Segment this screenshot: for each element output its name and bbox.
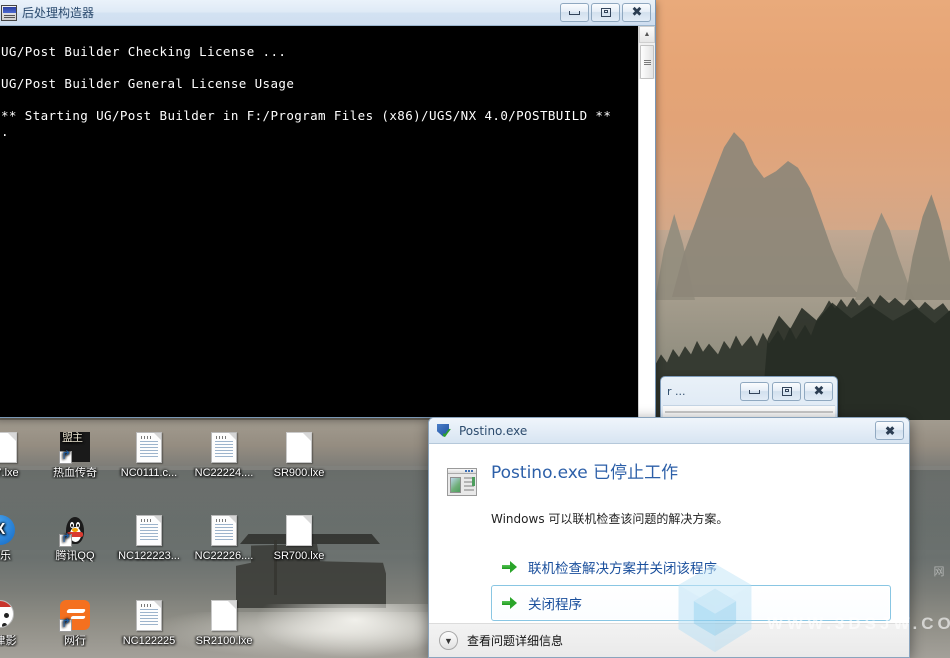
crash-dialog-titlebar[interactable]: ✓ Postino.exe ✖	[429, 418, 909, 444]
desktop-icon[interactable]: 热血传奇	[33, 432, 117, 479]
desktop-icon-label: SR2100.lxe	[195, 635, 253, 647]
blank-doc-icon	[283, 515, 315, 547]
scroll-up-arrow-icon[interactable]: ▲	[639, 26, 655, 43]
desktop-icon[interactable]: NC22224....	[182, 432, 266, 479]
lined-doc-icon	[133, 432, 165, 464]
console-output-text: UG/Post Builder Checking License ... UG/…	[1, 44, 612, 139]
green-arrow-icon	[502, 596, 518, 610]
console-scrollbar[interactable]: ▲	[638, 26, 655, 417]
maximize-button[interactable]	[772, 382, 801, 401]
blue-circle-icon	[0, 515, 16, 547]
background-window-title: r ...	[667, 385, 686, 398]
blank-doc-icon	[208, 600, 240, 632]
console-title: 后处理构造器	[22, 6, 95, 20]
close-icon[interactable]: ✖	[875, 421, 904, 440]
crash-dialog[interactable]: ✓ Postino.exe ✖ Postino.exe 已停止工作 Window…	[428, 417, 910, 658]
chevron-down-icon[interactable]: ▼	[439, 631, 458, 650]
desktop-icon[interactable]: SR2100.lxe	[182, 600, 266, 647]
desktop-icon[interactable]: 腾讯QQ	[33, 515, 117, 562]
console-window-controls: ✖	[560, 3, 651, 22]
close-button[interactable]: ✖	[622, 3, 651, 22]
desktop-icon-label: NC122225	[122, 635, 176, 647]
background-window-controls: ✖	[740, 382, 833, 401]
view-problem-details-label[interactable]: 查看问题详细信息	[467, 632, 563, 649]
orange-tile-icon	[59, 600, 91, 632]
wallpaper-foam	[255, 604, 455, 658]
maximize-button[interactable]	[591, 3, 620, 22]
desktop-icon[interactable]: NC22226....	[182, 515, 266, 562]
lined-doc-icon	[208, 515, 240, 547]
check-online-and-close-label: 联机检查解决方案并关闭该程序	[528, 561, 717, 577]
close-program-label: 关闭程序	[528, 597, 582, 613]
check-online-and-close-button[interactable]: 联机检查解决方案并关闭该程序	[491, 549, 891, 585]
crash-dialog-header-row: Postino.exe 已停止工作	[447, 462, 891, 496]
desktop-icon[interactable]: SR700.lxe	[257, 515, 341, 562]
error-report-shield-icon: ✓	[437, 423, 453, 440]
crash-action-list: 联机检查解决方案并关闭该程序 关闭程序	[491, 549, 891, 621]
crash-description: Windows 可以联机检查该问题的解决方案。	[491, 512, 729, 526]
desktop-icon[interactable]: NC0111.c...	[107, 432, 191, 479]
lined-doc-icon	[133, 515, 165, 547]
console-titlebar[interactable]: 后处理构造器 ✖	[0, 0, 655, 26]
green-arrow-icon	[502, 560, 518, 574]
close-button[interactable]: ✖	[804, 382, 833, 401]
crash-dialog-title: Postino.exe	[459, 423, 528, 438]
desktop-icon[interactable]: NC122223...	[107, 515, 191, 562]
minimize-button[interactable]	[560, 3, 589, 22]
crash-heading: Postino.exe 已停止工作	[491, 463, 679, 483]
desktop-icon-label: NC0111.c...	[120, 467, 178, 479]
shortcut-arrow-icon	[59, 619, 72, 632]
desktop-icon-label: SR900.lxe	[273, 467, 325, 479]
postbuilder-icon	[1, 4, 17, 21]
shortcut-arrow-icon	[59, 451, 72, 464]
desktop-icon-label: 腾讯QQ	[55, 550, 95, 562]
generic-application-icon	[447, 468, 477, 496]
crash-dialog-footer[interactable]: ▼ 查看问题详细信息	[429, 623, 909, 657]
desktop-icon[interactable]: SR900.lxe	[257, 432, 341, 479]
desktop-icon-label: 热血传奇	[53, 467, 97, 479]
close-program-button[interactable]: 关闭程序	[491, 585, 891, 621]
mir-tile-icon	[59, 432, 91, 464]
desktop-icon[interactable]: 网行	[33, 600, 117, 647]
desktop-icon-label: NC22226....	[194, 550, 254, 562]
shortcut-arrow-icon	[59, 534, 72, 547]
minimize-button[interactable]	[740, 382, 769, 401]
desktop-icon-label: 网行	[64, 635, 86, 647]
desktop-icon-label: SR700.lxe	[273, 550, 325, 562]
lined-doc-icon	[133, 600, 165, 632]
post-builder-console-window[interactable]: 后处理构造器 ✖ UG/Post Builder Checking Licens…	[0, 0, 656, 418]
screen: 77.lxe热血传奇NC0111.c...NC22224....SR900.lx…	[0, 0, 950, 658]
crash-dialog-body: Postino.exe 已停止工作 Windows 可以联机检查该问题的解决方案…	[429, 444, 909, 625]
desktop-icon-label: NC22224....	[194, 467, 254, 479]
ball-tile-icon	[0, 600, 16, 632]
blank-doc-icon	[0, 432, 20, 464]
desktop-icon-label: NC122223...	[118, 550, 180, 562]
blank-doc-icon	[283, 432, 315, 464]
background-window-body	[663, 405, 835, 417]
console-output-area[interactable]: UG/Post Builder Checking License ... UG/…	[0, 26, 655, 417]
desktop-icon[interactable]: NC122225	[107, 600, 191, 647]
scrollbar-thumb[interactable]	[640, 45, 654, 79]
scrollbar-track[interactable]	[639, 79, 655, 417]
lined-doc-icon	[208, 432, 240, 464]
qq-penguin-icon	[59, 515, 91, 547]
background-window[interactable]: r ... ✖	[660, 376, 838, 420]
